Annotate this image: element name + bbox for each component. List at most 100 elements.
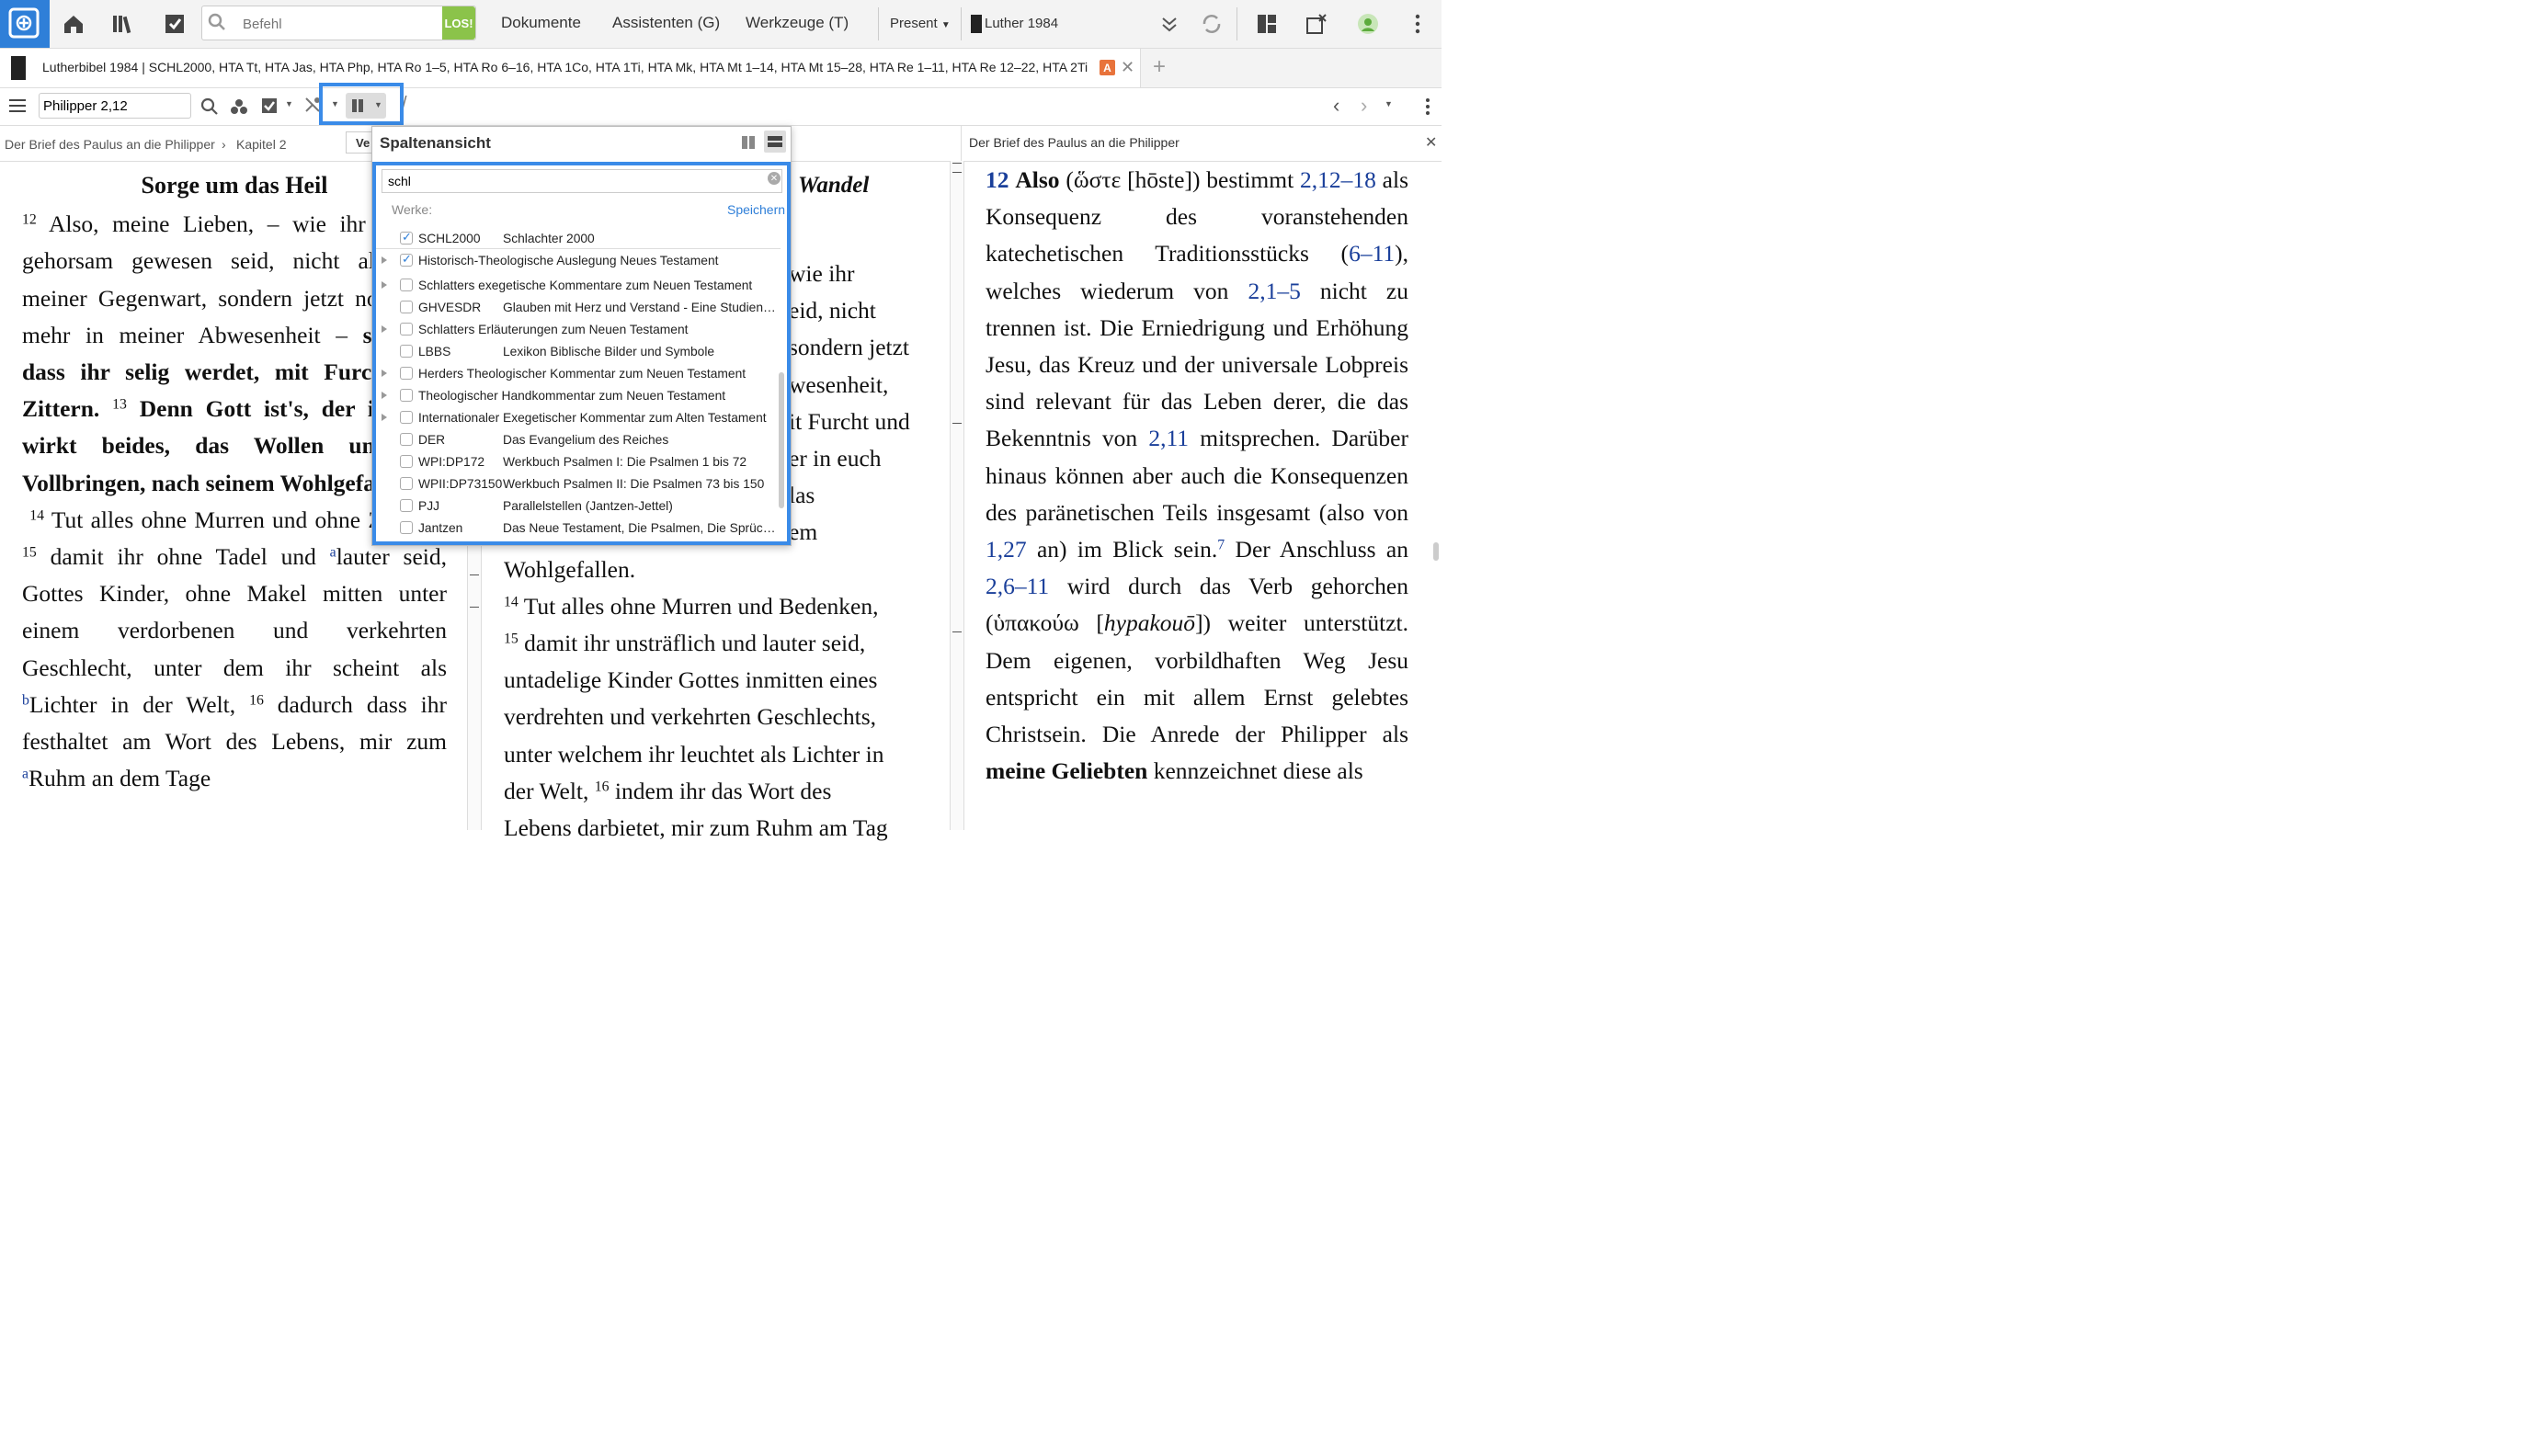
divider <box>878 7 879 40</box>
forward-icon[interactable]: › <box>1361 94 1367 118</box>
popup-scrollbar-thumb[interactable] <box>779 372 784 508</box>
logos-logo-button[interactable] <box>0 0 50 48</box>
more-vertical-icon[interactable] <box>1403 9 1432 39</box>
work-item[interactable]: Historisch-Theologische Auslegung Neues … <box>376 250 781 272</box>
work-item[interactable]: SCHL2000 Schlachter 2000 <box>376 228 781 250</box>
work-checkbox[interactable] <box>400 323 413 336</box>
two-column-icon[interactable] <box>740 134 757 151</box>
work-item[interactable]: Schlatters Erläuterungen zum Neuen Testa… <box>376 319 781 341</box>
works-search-input[interactable] <box>382 169 782 193</box>
work-title: Schlachter 2000 <box>503 232 595 245</box>
home-icon[interactable] <box>59 9 88 39</box>
divider <box>961 7 962 40</box>
panel-toolbar: ▼ ▼ ▼ / ‹ › ▼ <box>0 88 1442 126</box>
more-vertical-icon[interactable] <box>1423 97 1432 120</box>
expand-arrow-icon[interactable] <box>382 370 387 377</box>
work-item[interactable]: Herders Theologischer Kommentar zum Neue… <box>376 363 781 385</box>
caret-down-icon[interactable]: ▼ <box>285 99 293 108</box>
save-button[interactable]: Speichern <box>727 202 785 217</box>
work-checkbox[interactable] <box>400 499 413 512</box>
caret-down-icon: ▼ <box>940 20 951 30</box>
menu-tools[interactable]: Werkzeuge (T) <box>746 14 849 32</box>
layouts-icon[interactable] <box>1252 9 1282 39</box>
work-abbreviation: LBBS <box>418 345 451 358</box>
work-title: Das Evangelium des Reiches <box>503 433 669 447</box>
work-checkbox[interactable] <box>400 279 413 291</box>
back-icon[interactable]: ‹ <box>1333 94 1339 118</box>
work-abbreviation: DER <box>418 433 446 447</box>
work-checkbox[interactable] <box>400 230 413 245</box>
double-chevron-down-icon[interactable] <box>1155 9 1184 39</box>
user-avatar-icon[interactable] <box>1353 9 1383 39</box>
stacked-view-icon[interactable] <box>764 131 786 153</box>
work-item[interactable]: Jantzen Das Neue Testament, Die Psalmen, … <box>376 518 781 540</box>
expand-arrow-icon[interactable] <box>382 414 387 421</box>
gutter-mark <box>470 607 479 608</box>
work-checkbox[interactable] <box>400 477 413 490</box>
search-icon[interactable] <box>200 97 219 120</box>
sync-icon[interactable] <box>1197 9 1226 39</box>
work-title: Parallelstellen (Jantzen-Jettel) <box>503 499 673 513</box>
history-caret-icon[interactable]: ▼ <box>1385 99 1393 108</box>
pane-gutter[interactable] <box>950 161 964 830</box>
work-checkbox[interactable] <box>400 411 413 424</box>
breadcrumb-right[interactable]: Der Brief des Paulus an die Philipper <box>969 135 1180 150</box>
command-input[interactable] <box>241 6 438 41</box>
go-button[interactable]: LOS! <box>442 6 475 40</box>
work-item[interactable]: WPI:DP172 Werkbuch Psalmen I: Die Psalmen… <box>376 451 781 473</box>
close-panel-icon[interactable]: ✕ <box>1425 133 1437 152</box>
close-panels-icon[interactable] <box>1302 9 1331 39</box>
tab-lutherbibel[interactable]: Lutherbibel 1984 | SCHL2000, HTA Tt, HTA… <box>0 49 1141 87</box>
expand-arrow-icon[interactable] <box>382 325 387 333</box>
work-item[interactable]: Schlatters exegetische Kommentare zum Ne… <box>376 275 781 297</box>
work-checkbox[interactable] <box>400 433 413 446</box>
expand-arrow-icon[interactable] <box>382 281 387 289</box>
library-icon[interactable] <box>108 9 138 39</box>
work-checkbox[interactable] <box>400 252 413 267</box>
work-checkbox[interactable] <box>400 521 413 534</box>
work-item[interactable]: LBBS Lexikon Biblische Bilder und Symbole <box>376 341 781 363</box>
tab-badge: A <box>1100 60 1115 75</box>
panel-menu-icon[interactable] <box>9 97 28 119</box>
checklist-icon[interactable] <box>261 97 278 119</box>
work-title: Werkbuch Psalmen I: Die Psalmen 1 bis 72 <box>503 455 747 469</box>
work-checkbox[interactable] <box>400 301 413 313</box>
breadcrumb-book[interactable]: Der Brief des Paulus an die Philipper <box>5 137 215 152</box>
work-abbreviation: SCHL2000 <box>418 232 481 245</box>
add-tab-icon[interactable]: + <box>1153 54 1166 80</box>
present-label: Present <box>890 16 938 31</box>
work-checkbox[interactable] <box>400 455 413 468</box>
work-abbreviation: Jantzen <box>418 521 463 535</box>
work-item[interactable]: PJJ Parallelstellen (Jantzen-Jettel) <box>376 495 781 518</box>
work-item[interactable]: GHVESDR Glauben mit Herz und Verstand - E… <box>376 297 781 319</box>
work-item[interactable]: Internationaler Exegetischer Kommentar z… <box>376 407 781 429</box>
work-title: Glauben mit Herz und Verstand - Eine Stu… <box>503 301 779 314</box>
menu-assistants[interactable]: Assistenten (G) <box>612 14 720 32</box>
gutter-mark <box>952 423 962 424</box>
work-item[interactable]: WPII:DP73150 Werkbuch Psalmen II: Die Psa… <box>376 473 781 495</box>
expand-arrow-icon[interactable] <box>382 392 387 399</box>
clear-search-icon[interactable]: ✕ <box>768 172 781 185</box>
work-item[interactable]: Theologischer Handkommentar zum Neuen Te… <box>376 385 781 407</box>
work-item[interactable]: DER Das Evangelium des Reiches <box>376 429 781 451</box>
present-dropdown[interactable]: Present ▼ <box>890 16 951 31</box>
work-abbreviation: WPI:DP172 <box>418 455 485 469</box>
resource-label[interactable]: Luther 1984 <box>985 16 1058 31</box>
work-title: Lexikon Biblische Bilder und Symbole <box>503 345 715 358</box>
command-box: LOS! <box>201 6 476 41</box>
tab-row: Lutherbibel 1984 | SCHL2000, HTA Tt, HTA… <box>0 49 1442 88</box>
close-tab-icon[interactable]: ✕ <box>1121 58 1134 77</box>
work-checkbox[interactable] <box>400 389 413 402</box>
work-checkbox[interactable] <box>400 345 413 358</box>
reference-input[interactable] <box>39 93 191 119</box>
popup-header: Spaltenansicht <box>372 127 791 160</box>
work-abbreviation: WPII:DP73150 <box>418 477 503 491</box>
menu-documents[interactable]: Dokumente <box>501 14 581 32</box>
work-checkbox[interactable] <box>400 367 413 380</box>
breadcrumb-chapter[interactable]: Kapitel 2 <box>236 137 286 152</box>
gutter-mark <box>952 631 962 632</box>
expand-arrow-icon[interactable] <box>382 256 387 264</box>
checklist-icon[interactable] <box>160 9 189 39</box>
scrollbar-thumb[interactable] <box>1433 542 1439 561</box>
visual-filters-icon[interactable] <box>230 97 248 120</box>
